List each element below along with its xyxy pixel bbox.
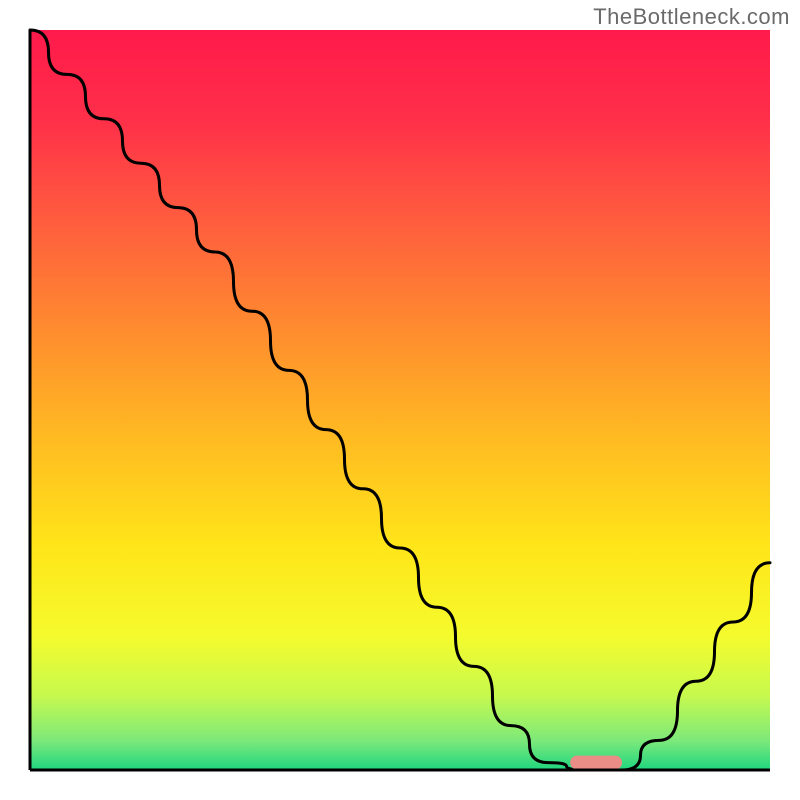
optimal-marker [570, 756, 622, 770]
bottleneck-chart [0, 0, 800, 800]
chart-container: TheBottleneck.com [0, 0, 800, 800]
watermark-text: TheBottleneck.com [593, 4, 790, 30]
gradient-background [30, 30, 770, 770]
